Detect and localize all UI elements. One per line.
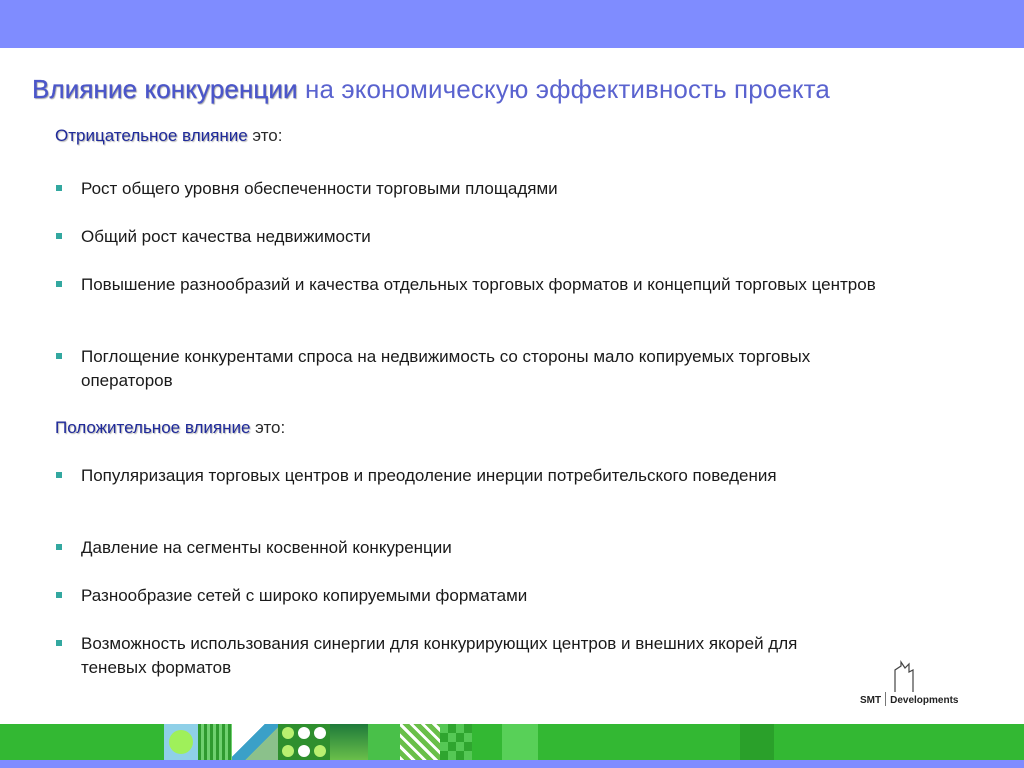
list-item-text: Разнообразие сетей с широко копируемыми … (81, 586, 528, 605)
bottom-line (0, 760, 1024, 768)
bullet-icon (56, 185, 62, 191)
decor-tile-diagonal (400, 724, 440, 760)
title-highlight: Влияние конкуренции (32, 74, 298, 104)
negative-heading-rest: это: (247, 126, 283, 145)
logo-text: SMT Developments (860, 692, 958, 706)
title-rest: на экономическую эффективность проекта (297, 74, 830, 104)
bullet-icon (56, 281, 62, 287)
list-item: Поглощение конкурентами спроса на недвиж… (55, 345, 885, 393)
decor-tile-image (232, 724, 278, 760)
list-item-text: Рост общего уровня обеспеченности торгов… (81, 179, 558, 198)
list-item-text: Давление на сегменты косвенной конкуренц… (81, 538, 452, 557)
bullet-icon (56, 640, 62, 646)
list-item-text: Повышение разнообразий и качества отдель… (81, 275, 876, 294)
top-bar (0, 0, 1024, 48)
logo-text-left: SMT (860, 695, 882, 706)
list-item: Общий рост качества недвижимости (55, 225, 855, 249)
decor-tile-dots (278, 724, 330, 760)
logo-text-right: Developments (890, 695, 959, 706)
positive-heading: Положительное влияние это: (55, 418, 285, 438)
list-item: Давление на сегменты косвенной конкуренц… (55, 536, 855, 560)
list-item-text: Возможность использования синергии для к… (81, 634, 798, 677)
building-outline-icon (894, 660, 914, 692)
decor-tile-checker (440, 724, 472, 760)
bullet-icon (56, 544, 62, 550)
list-item: Популяризация торговых центров и преодол… (55, 464, 845, 488)
list-item-text: Общий рост качества недвижимости (81, 227, 371, 246)
list-item-text: Популяризация торговых центров и преодол… (81, 466, 777, 485)
logo-separator (885, 692, 887, 706)
list-item: Возможность использования синергии для к… (55, 632, 865, 680)
bullet-icon (56, 353, 62, 359)
slide-title: Влияние конкуренции на экономическую эфф… (32, 74, 830, 105)
decor-tile-light (502, 724, 538, 760)
positive-heading-highlight: Положительное влияние (55, 418, 251, 437)
bullet-icon (56, 233, 62, 239)
bullet-icon (56, 472, 62, 478)
list-item: Рост общего уровня обеспеченности торгов… (55, 177, 855, 201)
company-logo: SMT Developments (857, 660, 977, 710)
negative-heading: Отрицательное влияние это: (55, 126, 282, 146)
decor-tile-plain (368, 724, 400, 760)
bullet-icon (56, 592, 62, 598)
list-item-text: Поглощение конкурентами спроса на недвиж… (81, 347, 811, 390)
list-item: Повышение разнообразий и качества отдель… (55, 273, 885, 297)
decor-tile-circle (164, 724, 198, 760)
negative-heading-highlight: Отрицательное влияние (55, 126, 248, 145)
list-item: Разнообразие сетей с широко копируемыми … (55, 584, 855, 608)
decor-tile-stripes (198, 724, 232, 760)
decor-tile-dark (740, 724, 774, 760)
decor-tile-photo (330, 724, 368, 760)
positive-heading-rest: это: (250, 418, 286, 437)
